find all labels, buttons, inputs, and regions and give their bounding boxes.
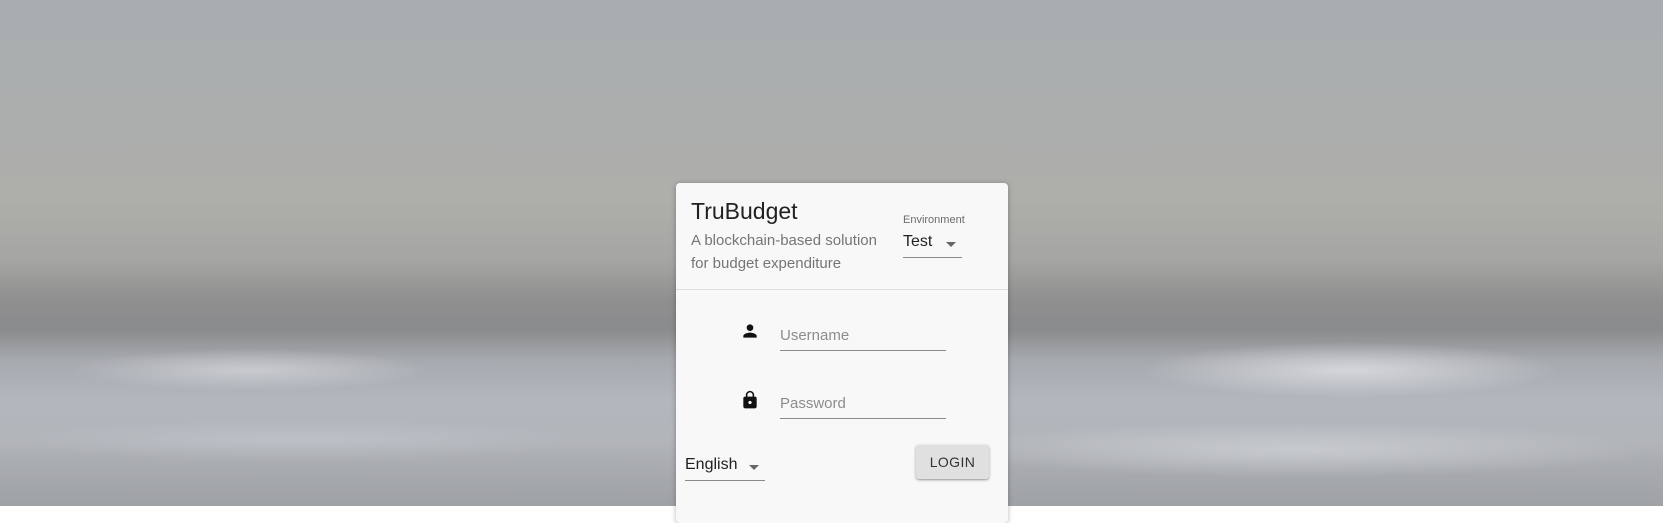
app-title: TruBudget bbox=[691, 198, 798, 224]
environment-select[interactable]: Test bbox=[903, 231, 962, 258]
environment-label: Environment bbox=[903, 214, 965, 226]
language-dropdown-arrow-icon bbox=[749, 465, 759, 470]
login-button[interactable]: LOGIN bbox=[916, 445, 989, 479]
person-icon bbox=[740, 321, 760, 341]
app-subtitle: A blockchain-based solution for budget e… bbox=[691, 232, 877, 272]
lock-icon bbox=[740, 390, 760, 410]
username-field[interactable] bbox=[780, 320, 946, 351]
language-selected-value: English bbox=[685, 456, 738, 473]
login-card: TruBudget A blockchain-based solution fo… bbox=[676, 183, 1008, 523]
username-input[interactable] bbox=[780, 324, 944, 346]
language-select[interactable]: English bbox=[685, 454, 765, 481]
password-field[interactable] bbox=[780, 388, 946, 419]
card-header: TruBudget A blockchain-based solution fo… bbox=[676, 183, 1008, 290]
environment-dropdown-arrow-icon bbox=[946, 242, 956, 247]
password-input[interactable] bbox=[780, 392, 944, 414]
environment-selected-value: Test bbox=[903, 233, 933, 250]
